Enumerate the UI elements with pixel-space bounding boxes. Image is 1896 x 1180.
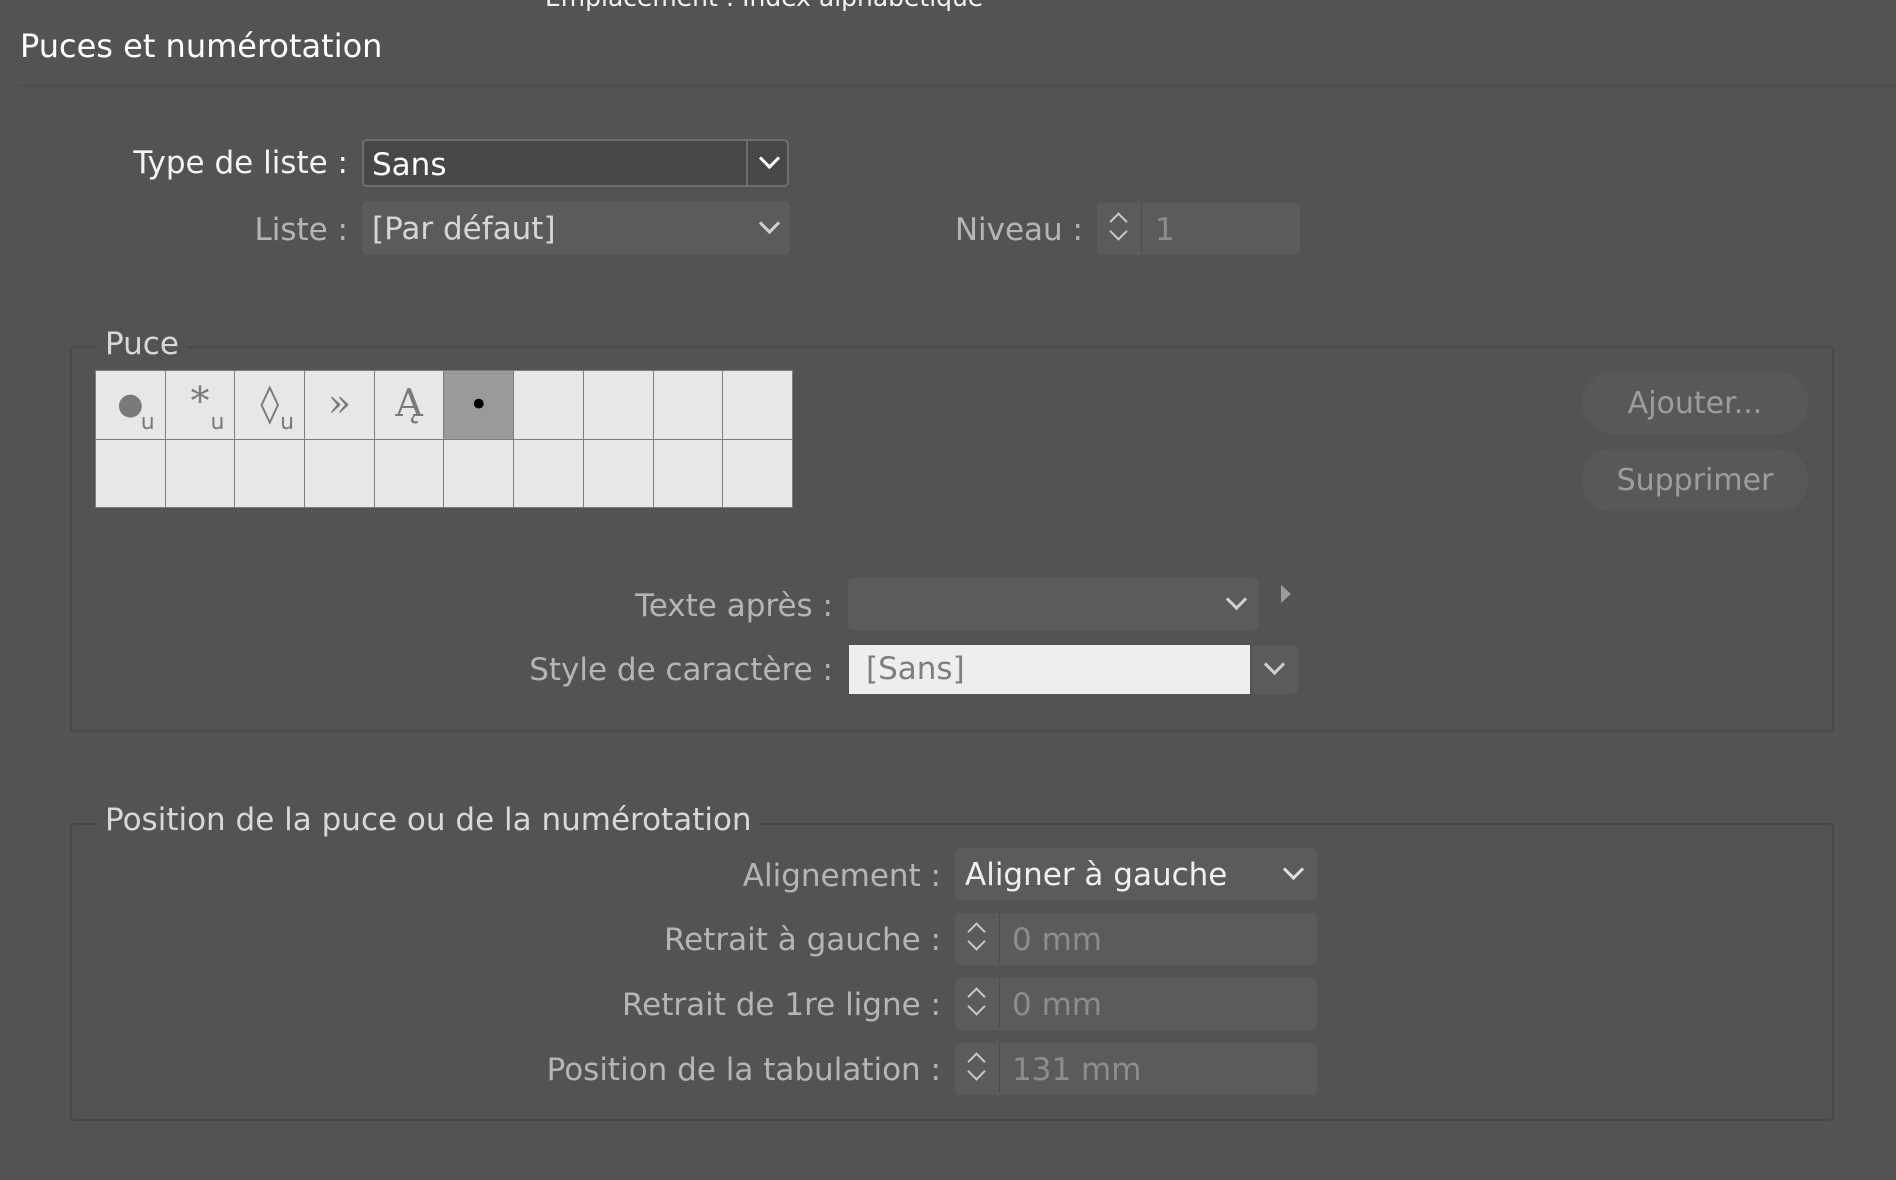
glyph-cell-selected[interactable]: • (444, 371, 514, 439)
left-indent-stepper[interactable] (955, 913, 1000, 963)
list-type-label: Type de liste : (133, 145, 348, 181)
location-label: Emplacement : Index alphabétique (545, 0, 983, 12)
bullet-glyph-grid: ● u * u ◊ u » Ą • (95, 370, 793, 508)
bullet-group-legend: Puce (97, 326, 187, 362)
left-indent-field[interactable]: 0 mm (955, 913, 1317, 965)
glyph-cell[interactable]: ◊ u (235, 371, 305, 439)
chevron-down-icon[interactable] (758, 147, 781, 170)
section-title: Puces et numérotation (20, 27, 383, 65)
char-style-dropdown[interactable] (1252, 645, 1298, 694)
glyph-cell-empty[interactable] (723, 371, 792, 439)
level-field[interactable]: 1 (1097, 203, 1300, 255)
list-type-select-separator (746, 141, 748, 185)
left-indent-value: 0 mm (1012, 922, 1102, 958)
list-type-select[interactable]: Sans (362, 139, 789, 187)
chevron-down-icon[interactable] (758, 212, 781, 235)
glyph-cell-empty[interactable] (96, 439, 165, 507)
glyph-cell-empty[interactable] (653, 371, 723, 439)
alignment-select[interactable]: Aligner à gauche (955, 848, 1317, 900)
glyph-cell-empty[interactable] (583, 439, 653, 507)
glyph-cell[interactable]: ● u (96, 371, 165, 439)
first-line-indent-label: Retrait de 1re ligne : (622, 987, 941, 1023)
glyph-cell-empty[interactable] (235, 439, 305, 507)
tab-position-stepper[interactable] (955, 1043, 1000, 1093)
section-divider (18, 85, 1896, 86)
level-label: Niveau : (954, 212, 1083, 248)
alignment-label: Alignement : (742, 858, 941, 894)
first-line-indent-stepper[interactable] (955, 978, 1000, 1028)
tab-position-value: 131 mm (1012, 1052, 1142, 1088)
first-line-indent-field[interactable]: 0 mm (955, 978, 1317, 1030)
glyph-cell[interactable]: * u (165, 371, 235, 439)
glyph-cell-empty[interactable] (514, 371, 583, 439)
char-style-value: [Sans] (866, 651, 965, 687)
glyph-unicode-indicator: u (280, 409, 295, 435)
glyph-cell-empty[interactable] (653, 439, 723, 507)
char-style-label: Style de caractère : (529, 652, 833, 688)
glyph-cell-empty[interactable] (374, 439, 444, 507)
glyph-unicode-indicator: u (210, 409, 225, 435)
list-select[interactable]: [Par défaut] (362, 202, 790, 254)
level-stepper[interactable] (1097, 203, 1142, 253)
delete-button[interactable]: Supprimer (1582, 449, 1808, 511)
glyph-cell-empty[interactable] (514, 439, 583, 507)
glyph-cell-empty[interactable] (723, 439, 792, 507)
position-group-legend: Position de la puce ou de la numérotatio… (97, 802, 760, 838)
guillemet-glyph: » (327, 381, 352, 425)
first-line-indent-value: 0 mm (1012, 987, 1102, 1023)
add-button[interactable]: Ajouter... (1582, 372, 1808, 434)
glyph-cell[interactable]: Ą (374, 371, 444, 439)
chevron-down-icon[interactable] (1263, 653, 1286, 676)
list-label: Liste : (254, 212, 348, 248)
char-style-field[interactable]: [Sans] (849, 645, 1250, 694)
arrow-right-icon[interactable] (1281, 585, 1291, 603)
glyph-cell-empty[interactable] (583, 371, 653, 439)
glyph-cell-empty[interactable] (305, 439, 374, 507)
alignment-value: Aligner à gauche (965, 857, 1228, 893)
position-group (70, 823, 1834, 1121)
glyph-cell[interactable]: » (305, 371, 374, 439)
bullet-glyph: • (468, 385, 489, 425)
tab-position-label: Position de la tabulation : (546, 1052, 941, 1088)
chevron-down-icon[interactable] (1225, 588, 1248, 611)
list-type-value: Sans (372, 147, 447, 183)
text-after-select[interactable] (848, 578, 1259, 630)
level-value: 1 (1155, 212, 1175, 248)
chevron-down-icon[interactable] (1282, 858, 1305, 881)
tab-position-field[interactable]: 131 mm (955, 1043, 1317, 1095)
glyph-cell-empty[interactable] (165, 439, 235, 507)
accented-a-glyph: Ą (395, 381, 423, 425)
text-after-label: Texte après : (635, 588, 833, 624)
left-indent-label: Retrait à gauche : (664, 922, 941, 958)
list-value: [Par défaut] (372, 211, 556, 247)
glyph-cell-empty[interactable] (444, 439, 514, 507)
glyph-unicode-indicator: u (140, 409, 155, 435)
